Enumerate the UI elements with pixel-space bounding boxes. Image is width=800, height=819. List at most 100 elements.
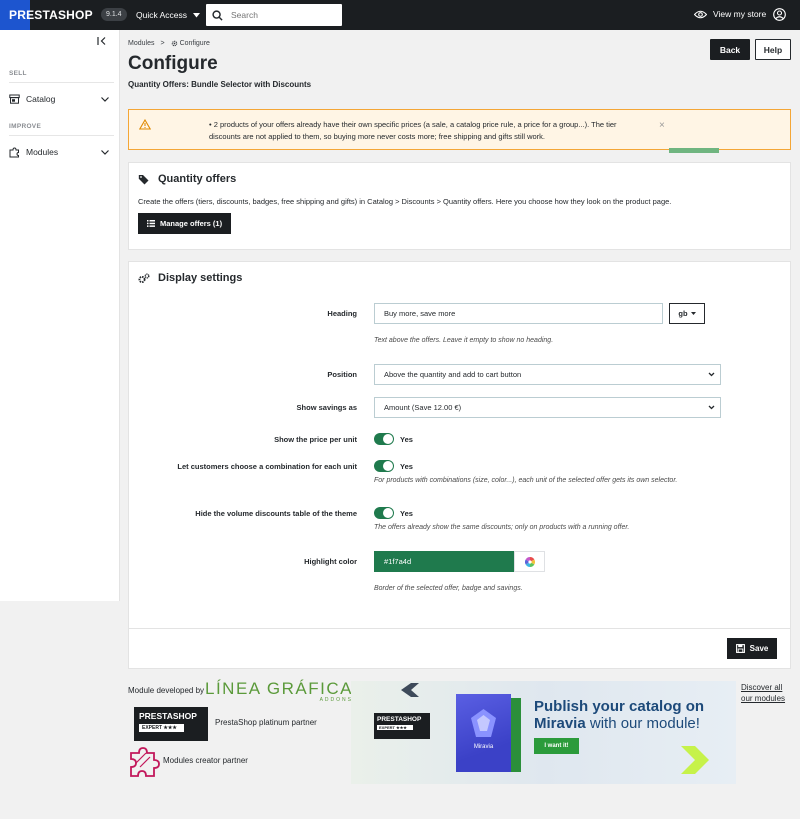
banner-title-tail: with our module! (585, 715, 700, 732)
page-subtitle: Quantity Offers: Bundle Selector with Di… (128, 80, 312, 89)
box-side (511, 698, 521, 772)
miravia-product-box: Miravia (456, 694, 511, 772)
alert-overlap-strip (669, 148, 719, 153)
quantity-offers-title: Quantity offers (158, 173, 237, 185)
sidebar-section-sell: SELL (9, 70, 27, 77)
warning-icon (139, 119, 151, 130)
alert-text: 2 products of your offers already have t… (209, 120, 617, 141)
list-icon (147, 220, 155, 227)
highlight-color-help: Border of the selected offer, badge and … (374, 585, 523, 592)
collapse-sidebar-icon[interactable] (97, 36, 107, 46)
quantity-offers-description: Create the offers (tiers, discounts, bad… (138, 197, 672, 206)
gear-icon (171, 40, 177, 47)
hide-table-value: Yes (400, 509, 413, 518)
savings-label: Show savings as (296, 403, 357, 412)
search-box[interactable] (206, 4, 342, 26)
sidebar-item-label: Catalog (26, 94, 56, 104)
miravia-promo-banner[interactable]: PRESTASHOP EXPERT ★★★ Miravia Publish yo… (351, 681, 736, 784)
box-brand-label: Miravia (473, 744, 494, 750)
banner-prestashop-badge: PRESTASHOP EXPERT ★★★ (374, 713, 430, 739)
breadcrumb-current: Configure (179, 40, 210, 47)
storefront-icon (9, 94, 20, 104)
chevron-down-icon (101, 149, 109, 155)
sidebar-divider (9, 82, 114, 83)
price-per-unit-value: Yes (400, 435, 413, 444)
view-store-label: View my store (713, 9, 767, 19)
heading-label: Heading (327, 309, 357, 318)
save-button[interactable]: Save (727, 638, 777, 659)
warning-alert: • 2 products of your offers already have… (128, 109, 791, 153)
position-select[interactable]: Above the quantity and add to cart butto… (374, 364, 721, 385)
view-store-link[interactable]: View my store (694, 9, 766, 19)
combination-help: For products with combinations (size, co… (374, 477, 678, 484)
sidebar-item-modules[interactable]: Modules (9, 145, 109, 159)
developed-by-text: Module developed by (128, 686, 205, 695)
sidebar-item-label: Modules (26, 147, 59, 157)
caret-down-icon (193, 12, 201, 17)
sidebar-divider (9, 135, 114, 136)
chevron-down-icon (708, 372, 715, 377)
highlight-color-input[interactable]: #1f7a4d (374, 551, 514, 572)
combination-toggle[interactable] (374, 460, 394, 472)
display-settings-title: Display settings (158, 272, 243, 284)
save-icon (735, 644, 745, 653)
linea-grafica-logo[interactable]: LÍNEA GRÁFICA ADDONS (205, 679, 353, 703)
discover-modules-link[interactable]: Discover all our modules (741, 682, 793, 704)
savings-select[interactable]: Amount (Save 12.00 €) (374, 397, 721, 418)
hide-table-toggle[interactable] (374, 507, 394, 519)
price-per-unit-toggle[interactable] (374, 433, 394, 445)
prestashop-expert-badge: PRESTASHOP EXPERT ★★★ (134, 707, 208, 741)
modules-creator-partner-text: Modules creator partner (163, 756, 248, 765)
heading-input[interactable]: Buy more, save more (374, 303, 663, 324)
miravia-logo-icon (471, 709, 496, 737)
search-input[interactable] (231, 10, 331, 20)
language-code: gb (678, 309, 688, 318)
page-title: Configure (128, 53, 218, 74)
highlight-color-label: Highlight color (304, 557, 357, 566)
back-button[interactable]: Back (710, 39, 750, 60)
color-wheel-icon (524, 556, 535, 567)
panel-header: Display settings (138, 272, 242, 284)
alert-close-button[interactable]: × (659, 120, 665, 131)
quick-access-menu[interactable]: Quick Access (136, 10, 201, 20)
quantity-offers-panel: Quantity offers Create the offers (tiers… (128, 162, 791, 250)
sidebar-section-improve: IMPROVE (9, 123, 42, 130)
banner-title-brand: Miravia (534, 715, 586, 732)
combination-label: Let customers choose a combination for e… (177, 462, 357, 471)
chevron-right-icon (681, 746, 709, 774)
help-button[interactable]: Help (755, 39, 791, 60)
search-icon (212, 9, 223, 21)
display-settings-panel: Display settings Heading Buy more, save … (128, 261, 791, 669)
savings-value: Amount (Save 12.00 €) (384, 403, 462, 412)
linea-grafica-logo-text: LÍNEA GRÁFICA (205, 679, 353, 698)
sidebar: SELL Catalog IMPROVE Modules (0, 30, 120, 601)
manage-offers-button[interactable]: Manage offers (1) (138, 213, 232, 234)
badge-subtitle: EXPERT ★★★ (139, 724, 184, 732)
panel-footer-divider (129, 628, 790, 629)
breadcrumb: Modules > Configure (128, 40, 210, 47)
prestashop-logo[interactable]: PRESTASHOP (9, 8, 93, 22)
hide-table-label: Hide the volume discounts table of the t… (195, 509, 357, 518)
color-picker-button[interactable] (514, 551, 545, 572)
chevron-down-icon (101, 96, 109, 102)
cogs-icon (138, 273, 150, 283)
language-selector[interactable]: gb (669, 303, 705, 324)
top-navbar: PRESTASHOP 9.1.4 Quick Access View my st… (0, 0, 800, 30)
platinum-partner-text: PrestaShop platinum partner (215, 718, 317, 727)
panel-header: Quantity offers (138, 173, 236, 185)
save-label: Save (749, 644, 769, 653)
caret-down-icon (690, 312, 696, 315)
account-icon[interactable] (773, 8, 786, 21)
puzzle-partner-icon (130, 747, 160, 777)
chevron-down-icon (708, 405, 715, 410)
heading-help: Text above the offers. Leave it empty to… (374, 337, 554, 344)
breadcrumb-parent[interactable]: Modules (128, 40, 154, 47)
price-per-unit-label: Show the price per unit (274, 435, 357, 444)
i-want-it-button[interactable]: I want it! (534, 738, 579, 754)
banner-title: Publish your catalog on Miravia with our… (534, 698, 704, 732)
sidebar-item-catalog[interactable]: Catalog (9, 92, 109, 106)
tags-icon (138, 174, 149, 184)
puzzle-icon (9, 146, 19, 157)
badge-title: PRESTASHOP (139, 711, 197, 721)
breadcrumb-separator: > (160, 40, 165, 47)
